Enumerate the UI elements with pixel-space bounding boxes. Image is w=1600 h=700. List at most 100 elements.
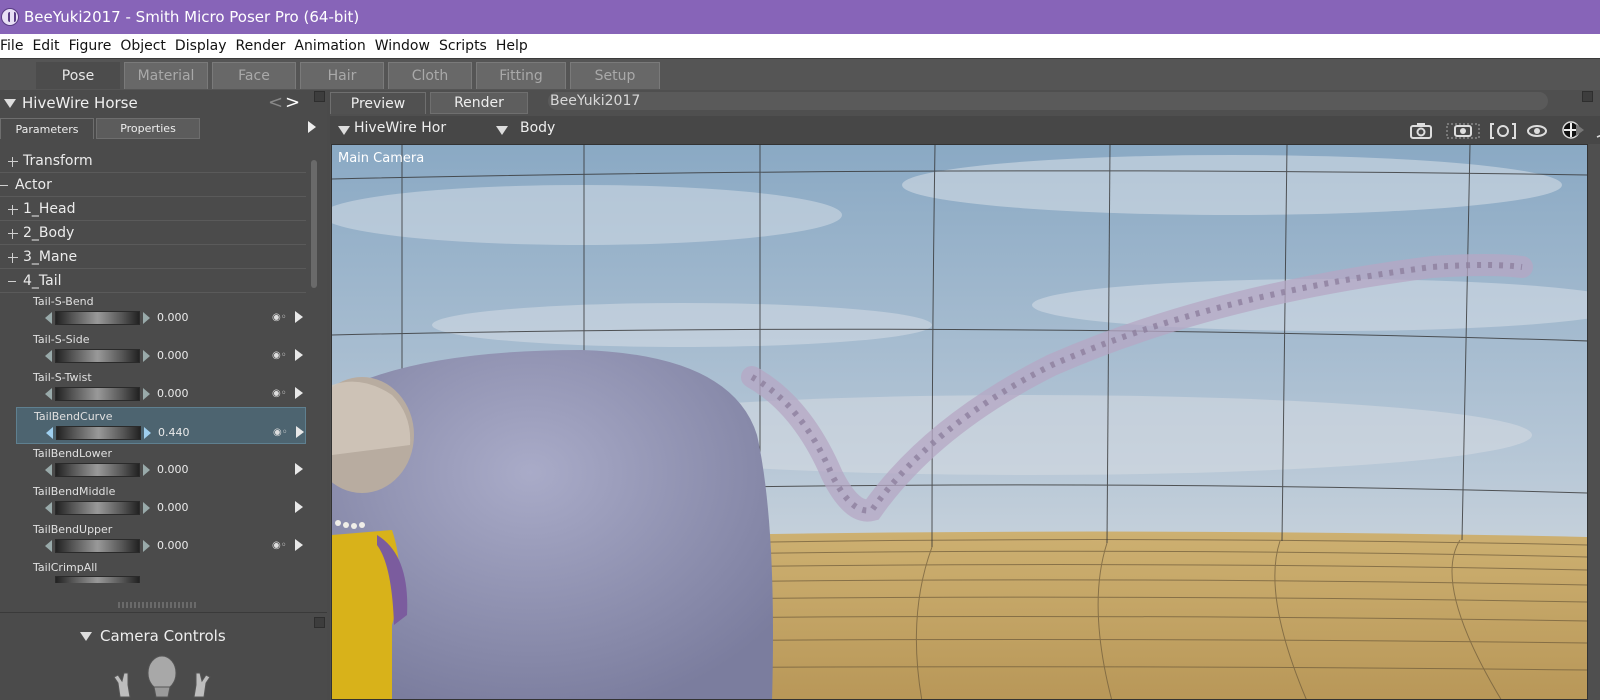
figure-dropdown-arrow-icon[interactable] [338,126,350,135]
expand-plus-icon[interactable] [8,156,18,167]
collapse-minus-icon[interactable] [8,276,18,286]
panel-resize-grip[interactable] [118,602,198,608]
menu-help[interactable]: Help [496,38,533,54]
group-actor[interactable]: Actor [0,174,306,197]
group-1-head[interactable]: 1_Head [0,198,306,221]
viewport-camera-label[interactable]: Main Camera [338,151,424,166]
key-link-icon[interactable]: ◉◦ [273,428,291,438]
group-3-mane[interactable]: 3_Mane [0,246,306,269]
group-transform[interactable]: Transform [0,150,306,173]
tab-parameters[interactable]: Parameters [0,118,94,139]
param-dial[interactable] [55,463,140,477]
group-2-body[interactable]: 2_Body [0,222,306,245]
increment-arrow-icon[interactable] [144,427,151,439]
key-link-icon[interactable]: ◉◦ [272,389,290,399]
param-menu-arrow-icon[interactable] [295,311,303,323]
param-dial[interactable] [56,426,141,440]
param-tailbendcurve[interactable]: TailBendCurve 0.440 ◉◦ [16,407,306,444]
room-tab-material[interactable]: Material [124,62,208,89]
room-tab-setup[interactable]: Setup [570,62,660,89]
param-dial[interactable] [55,539,140,553]
param-tail-s-side[interactable]: Tail-S-Side 0.000 ◉◦ [16,331,306,368]
document-menu-icon[interactable] [1582,91,1593,102]
increment-arrow-icon[interactable] [143,540,150,552]
palette-menu-icon[interactable] [314,91,325,102]
scrollbar-thumb[interactable] [311,160,317,288]
menu-file[interactable]: File [0,38,28,54]
param-menu-arrow-icon[interactable] [295,387,303,399]
collapse-minus-icon[interactable] [0,180,10,190]
menu-animation[interactable]: Animation [294,38,370,54]
param-menu-arrow-icon[interactable] [295,501,303,513]
decrement-arrow-icon[interactable] [45,312,52,324]
param-dial[interactable] [55,387,140,401]
param-menu-arrow-icon[interactable] [296,426,304,438]
param-tailbendmiddle[interactable]: TailBendMiddle 0.000 [16,483,306,520]
param-dial[interactable] [55,349,140,363]
menu-render[interactable]: Render [236,38,291,54]
group-4-tail[interactable]: 4_Tail [0,270,306,293]
room-tab-fitting[interactable]: Fitting [476,62,566,89]
zoom-camera-icon[interactable] [1490,121,1516,139]
3d-viewport[interactable]: Main Camera [331,144,1588,700]
collapse-triangle-icon[interactable] [4,98,16,108]
room-tab-hair[interactable]: Hair [300,62,384,89]
key-link-icon[interactable]: ◉◦ [272,313,290,323]
orbit-camera-icon[interactable] [1524,121,1550,139]
room-tab-face[interactable]: Face [212,62,296,89]
tab-preview[interactable]: Preview [330,92,426,114]
collapse-triangle-icon[interactable] [80,631,92,641]
increment-arrow-icon[interactable] [143,502,150,514]
param-menu-arrow-icon[interactable] [295,463,303,475]
param-tailbendupper[interactable]: TailBendUpper 0.000 ◉◦ [16,521,306,558]
param-value[interactable]: 0.000 [157,539,189,552]
param-dial[interactable] [55,501,140,515]
menu-window[interactable]: Window [375,38,435,54]
expand-plus-icon[interactable] [8,204,18,215]
parameter-scrollbar[interactable] [311,150,319,650]
room-tab-pose[interactable]: Pose [36,62,120,89]
fly-camera-icon[interactable] [1594,121,1600,139]
param-value[interactable]: 0.000 [157,387,189,400]
decrement-arrow-icon[interactable] [45,502,52,514]
menu-object[interactable]: Object [120,38,171,54]
tab-render[interactable]: Render [430,92,528,114]
room-tab-cloth[interactable]: Cloth [388,62,472,89]
param-menu-arrow-icon[interactable] [295,349,303,361]
param-tail-s-twist[interactable]: Tail-S-Twist 0.000 ◉◦ [16,369,306,406]
decrement-arrow-icon[interactable] [45,388,52,400]
decrement-arrow-icon[interactable] [46,427,53,439]
increment-arrow-icon[interactable] [143,312,150,324]
param-value[interactable]: 0.000 [157,311,189,324]
param-tailbendlower[interactable]: TailBendLower 0.000 [16,445,306,482]
param-value[interactable]: 0.000 [157,501,189,514]
menu-display[interactable]: Display [175,38,232,54]
key-link-icon[interactable]: ◉◦ [272,351,290,361]
more-tools-arrow-icon[interactable] [1576,124,1584,136]
decrement-arrow-icon[interactable] [45,350,52,362]
increment-arrow-icon[interactable] [143,350,150,362]
param-dial[interactable] [55,576,140,583]
next-actor-icon[interactable]: > [285,92,300,113]
figure-select[interactable]: HiveWire Hor [354,120,446,136]
camera-icon[interactable] [1408,121,1434,139]
key-link-icon[interactable]: ◉◦ [272,541,290,551]
param-tail-s-bend[interactable]: Tail-S-Bend 0.000 ◉◦ [16,293,306,330]
param-tailcrimpall[interactable]: TailCrimpAll [16,559,306,583]
menu-edit[interactable]: Edit [32,38,64,54]
param-value[interactable]: 0.000 [157,463,189,476]
menu-scripts[interactable]: Scripts [439,38,492,54]
figure-name[interactable]: HiveWire Horse [22,94,138,112]
expand-plus-icon[interactable] [8,252,18,263]
param-value[interactable]: 0.000 [157,349,189,362]
camera-controls-header[interactable]: Camera Controls [80,627,226,645]
param-menu-arrow-icon[interactable] [295,539,303,551]
menu-figure[interactable]: Figure [69,38,117,54]
actor-dropdown-arrow-icon[interactable] [496,126,508,135]
actor-select[interactable]: Body [520,120,555,136]
param-dial[interactable] [55,311,140,325]
decrement-arrow-icon[interactable] [45,464,52,476]
tab-properties[interactable]: Properties [96,118,200,139]
camera-select-icon[interactable] [1446,121,1480,139]
increment-arrow-icon[interactable] [143,464,150,476]
